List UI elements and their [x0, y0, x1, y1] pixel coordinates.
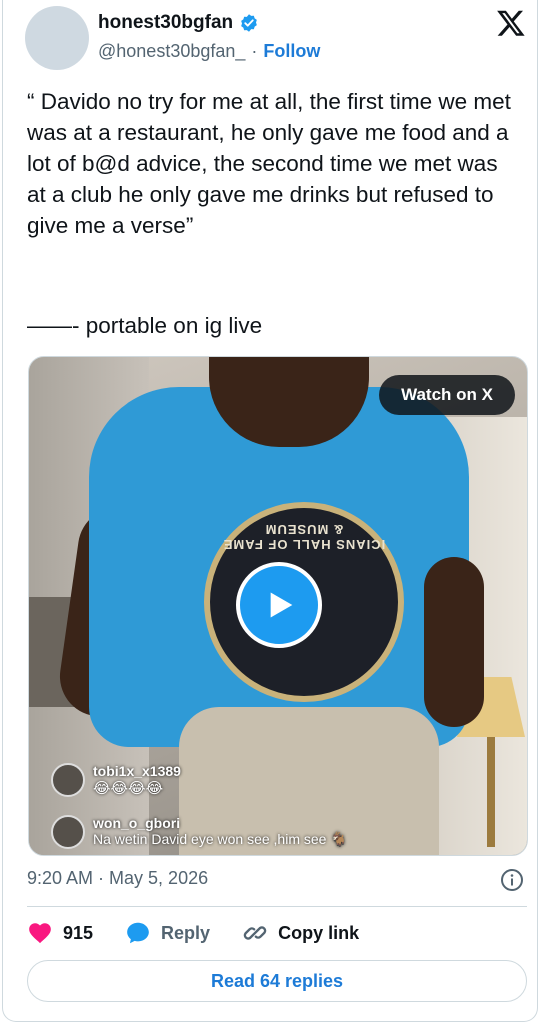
divider [27, 906, 527, 907]
timestamp[interactable]: 9:20 AM · May 5, 2026 [27, 868, 208, 889]
avatar[interactable] [25, 6, 89, 70]
link-icon [243, 926, 267, 940]
shirt-emblem-text: ICIANS HALL OF FAME & MUSEUM [222, 522, 386, 552]
separator: · [251, 41, 258, 61]
handle[interactable]: @honest30bgfan_ [98, 41, 245, 62]
live-comment: tobi1x_x1389 😂😂😂😂 [51, 763, 181, 797]
reply-button[interactable]: Reply [125, 920, 210, 946]
read-replies-button[interactable]: Read 64 replies [27, 960, 527, 1002]
watch-on-x-button[interactable]: Watch on X [379, 375, 515, 415]
comment-message: 😂😂😂😂 [93, 780, 164, 797]
display-name[interactable]: honest30bgfan [98, 12, 233, 34]
follow-button[interactable]: Follow [263, 41, 320, 62]
play-icon [270, 592, 293, 618]
tweet-signoff: ——- portable on ig live [27, 313, 263, 338]
video-player[interactable]: ICIANS HALL OF FAME & MUSEUM Watch on X … [28, 356, 528, 856]
copy-link-button[interactable]: Copy link [242, 920, 359, 946]
like-count: 915 [63, 922, 94, 943]
comment-message: Na wetin David eye won see ,him see 🐐 [93, 831, 348, 847]
action-bar: 915 Reply Copy link [27, 920, 391, 946]
like-button[interactable]: 915 [27, 920, 93, 946]
copy-link-label: Copy link [278, 922, 360, 943]
comment-avatar [51, 763, 85, 797]
reply-bubble-icon [127, 922, 149, 944]
tweet-text: “ Davido no try for me at all, the first… [27, 89, 518, 238]
tweet-card: honest30bgfan @honest30bgfan_ · Follow “… [2, 0, 538, 1022]
video-person-arm [424, 557, 484, 727]
video-lamp-base [487, 737, 495, 847]
handle-row: @honest30bgfan_ · Follow [98, 41, 320, 62]
comment-avatar [51, 815, 85, 849]
live-comment: won_o_gbori Na wetin David eye won see ,… [51, 815, 348, 849]
verified-badge-icon [241, 14, 257, 32]
info-icon[interactable] [500, 868, 524, 892]
play-button[interactable] [236, 562, 322, 648]
x-logo-icon[interactable] [496, 8, 526, 38]
reply-label: Reply [161, 922, 211, 943]
name-row: honest30bgfan [98, 12, 259, 34]
comment-user: tobi1x_x1389 [93, 763, 181, 779]
heart-icon [29, 923, 51, 944]
comment-user: won_o_gbori [93, 815, 181, 831]
